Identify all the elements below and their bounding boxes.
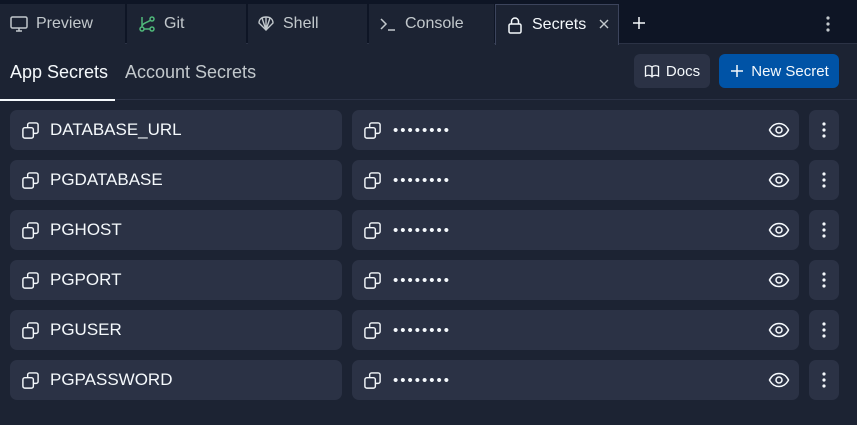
more-vertical-icon [822, 222, 826, 238]
tab-console[interactable]: Console [369, 4, 494, 44]
secret-menu-button[interactable] [809, 260, 839, 300]
tab-shell[interactable]: Shell [248, 4, 367, 44]
tab-label: Git [164, 15, 185, 32]
secret-key-field[interactable]: PGUSER [10, 310, 342, 350]
secret-key: PGUSER [50, 320, 122, 339]
lock-icon [508, 17, 522, 34]
git-branch-icon [139, 16, 155, 32]
monitor-icon [10, 16, 28, 32]
copy-icon[interactable] [363, 321, 382, 340]
secret-value-field[interactable]: •••••••• [352, 310, 799, 350]
tab-preview[interactable]: Preview [0, 4, 125, 44]
tab-secrets[interactable]: Secrets [495, 4, 619, 45]
eye-icon[interactable] [768, 320, 790, 340]
secret-row: PGHOST •••••••• [0, 210, 857, 250]
eye-icon[interactable] [768, 170, 790, 190]
tab-git[interactable]: Git [127, 4, 246, 44]
tab-label: App Secrets [10, 61, 109, 82]
copy-icon[interactable] [21, 371, 40, 390]
secret-key-field[interactable]: DATABASE_URL [10, 110, 342, 150]
secret-menu-button[interactable] [809, 160, 839, 200]
tab-label: Account Secrets [125, 61, 257, 82]
secret-menu-button[interactable] [809, 110, 839, 150]
copy-icon[interactable] [21, 221, 40, 240]
copy-icon[interactable] [363, 121, 382, 140]
secret-menu-button[interactable] [809, 210, 839, 250]
more-vertical-icon[interactable] [820, 14, 836, 34]
secrets-header: App Secrets Account Secrets Docs New Sec… [0, 44, 857, 101]
copy-icon[interactable] [363, 371, 382, 390]
copy-icon[interactable] [21, 271, 40, 290]
secret-value-field[interactable]: •••••••• [352, 110, 799, 150]
tab-label: Secrets [532, 16, 587, 33]
eye-icon[interactable] [768, 220, 790, 240]
more-vertical-icon [822, 172, 826, 188]
close-icon[interactable] [597, 17, 611, 31]
secret-row: PGPASSWORD •••••••• [0, 360, 857, 400]
secret-key-field[interactable]: PGPORT [10, 260, 342, 300]
eye-icon[interactable] [768, 120, 790, 140]
more-vertical-icon [822, 122, 826, 138]
tab-account-secrets[interactable]: Account Secrets [125, 44, 256, 100]
docs-button[interactable]: Docs [634, 54, 710, 88]
secret-key-field[interactable]: PGHOST [10, 210, 342, 250]
secret-value-masked: •••••••• [393, 121, 452, 139]
secret-key: PGPORT [50, 270, 122, 289]
secret-value-masked: •••••••• [393, 271, 452, 289]
secret-row: DATABASE_URL •••••••• [0, 110, 857, 150]
plus-icon [731, 65, 744, 77]
button-label: Docs [665, 62, 701, 80]
shell-icon [258, 16, 274, 31]
secret-value-field[interactable]: •••••••• [352, 160, 799, 200]
secret-row: PGDATABASE •••••••• [0, 160, 857, 200]
secret-value-masked: •••••••• [393, 221, 452, 239]
secret-value-masked: •••••••• [393, 371, 452, 389]
copy-icon[interactable] [21, 171, 40, 190]
secret-value-field[interactable]: •••••••• [352, 360, 799, 400]
secret-key: PGPASSWORD [50, 370, 173, 389]
new-secret-button[interactable]: New Secret [719, 54, 839, 88]
tab-label: Console [405, 15, 464, 32]
button-label: New Secret [751, 62, 829, 80]
plus-icon[interactable] [630, 14, 648, 32]
tab-label: Preview [36, 15, 93, 32]
secret-value-masked: •••••••• [393, 321, 452, 339]
more-vertical-icon [822, 322, 826, 338]
eye-icon[interactable] [768, 270, 790, 290]
copy-icon[interactable] [363, 171, 382, 190]
secret-key-field[interactable]: PGDATABASE [10, 160, 342, 200]
secret-key: PGDATABASE [50, 170, 163, 189]
secret-key: PGHOST [50, 220, 122, 239]
terminal-icon [380, 18, 395, 31]
tab-label: Shell [283, 15, 319, 32]
copy-icon[interactable] [363, 221, 382, 240]
secret-key-field[interactable]: PGPASSWORD [10, 360, 342, 400]
secret-value-field[interactable]: •••••••• [352, 210, 799, 250]
tab-app-secrets[interactable]: App Secrets [0, 44, 115, 101]
secret-menu-button[interactable] [809, 360, 839, 400]
copy-icon[interactable] [21, 121, 40, 140]
secret-value-masked: •••••••• [393, 171, 452, 189]
secret-menu-button[interactable] [809, 310, 839, 350]
tab-bar: Preview Git Shell Console Secrets [0, 0, 857, 45]
book-icon [644, 65, 660, 78]
secret-row: PGPORT •••••••• [0, 260, 857, 300]
more-vertical-icon [822, 372, 826, 388]
eye-icon[interactable] [768, 370, 790, 390]
secret-value-field[interactable]: •••••••• [352, 260, 799, 300]
copy-icon[interactable] [21, 321, 40, 340]
secret-key: DATABASE_URL [50, 120, 182, 139]
copy-icon[interactable] [363, 271, 382, 290]
more-vertical-icon [822, 272, 826, 288]
secret-row: PGUSER •••••••• [0, 310, 857, 350]
